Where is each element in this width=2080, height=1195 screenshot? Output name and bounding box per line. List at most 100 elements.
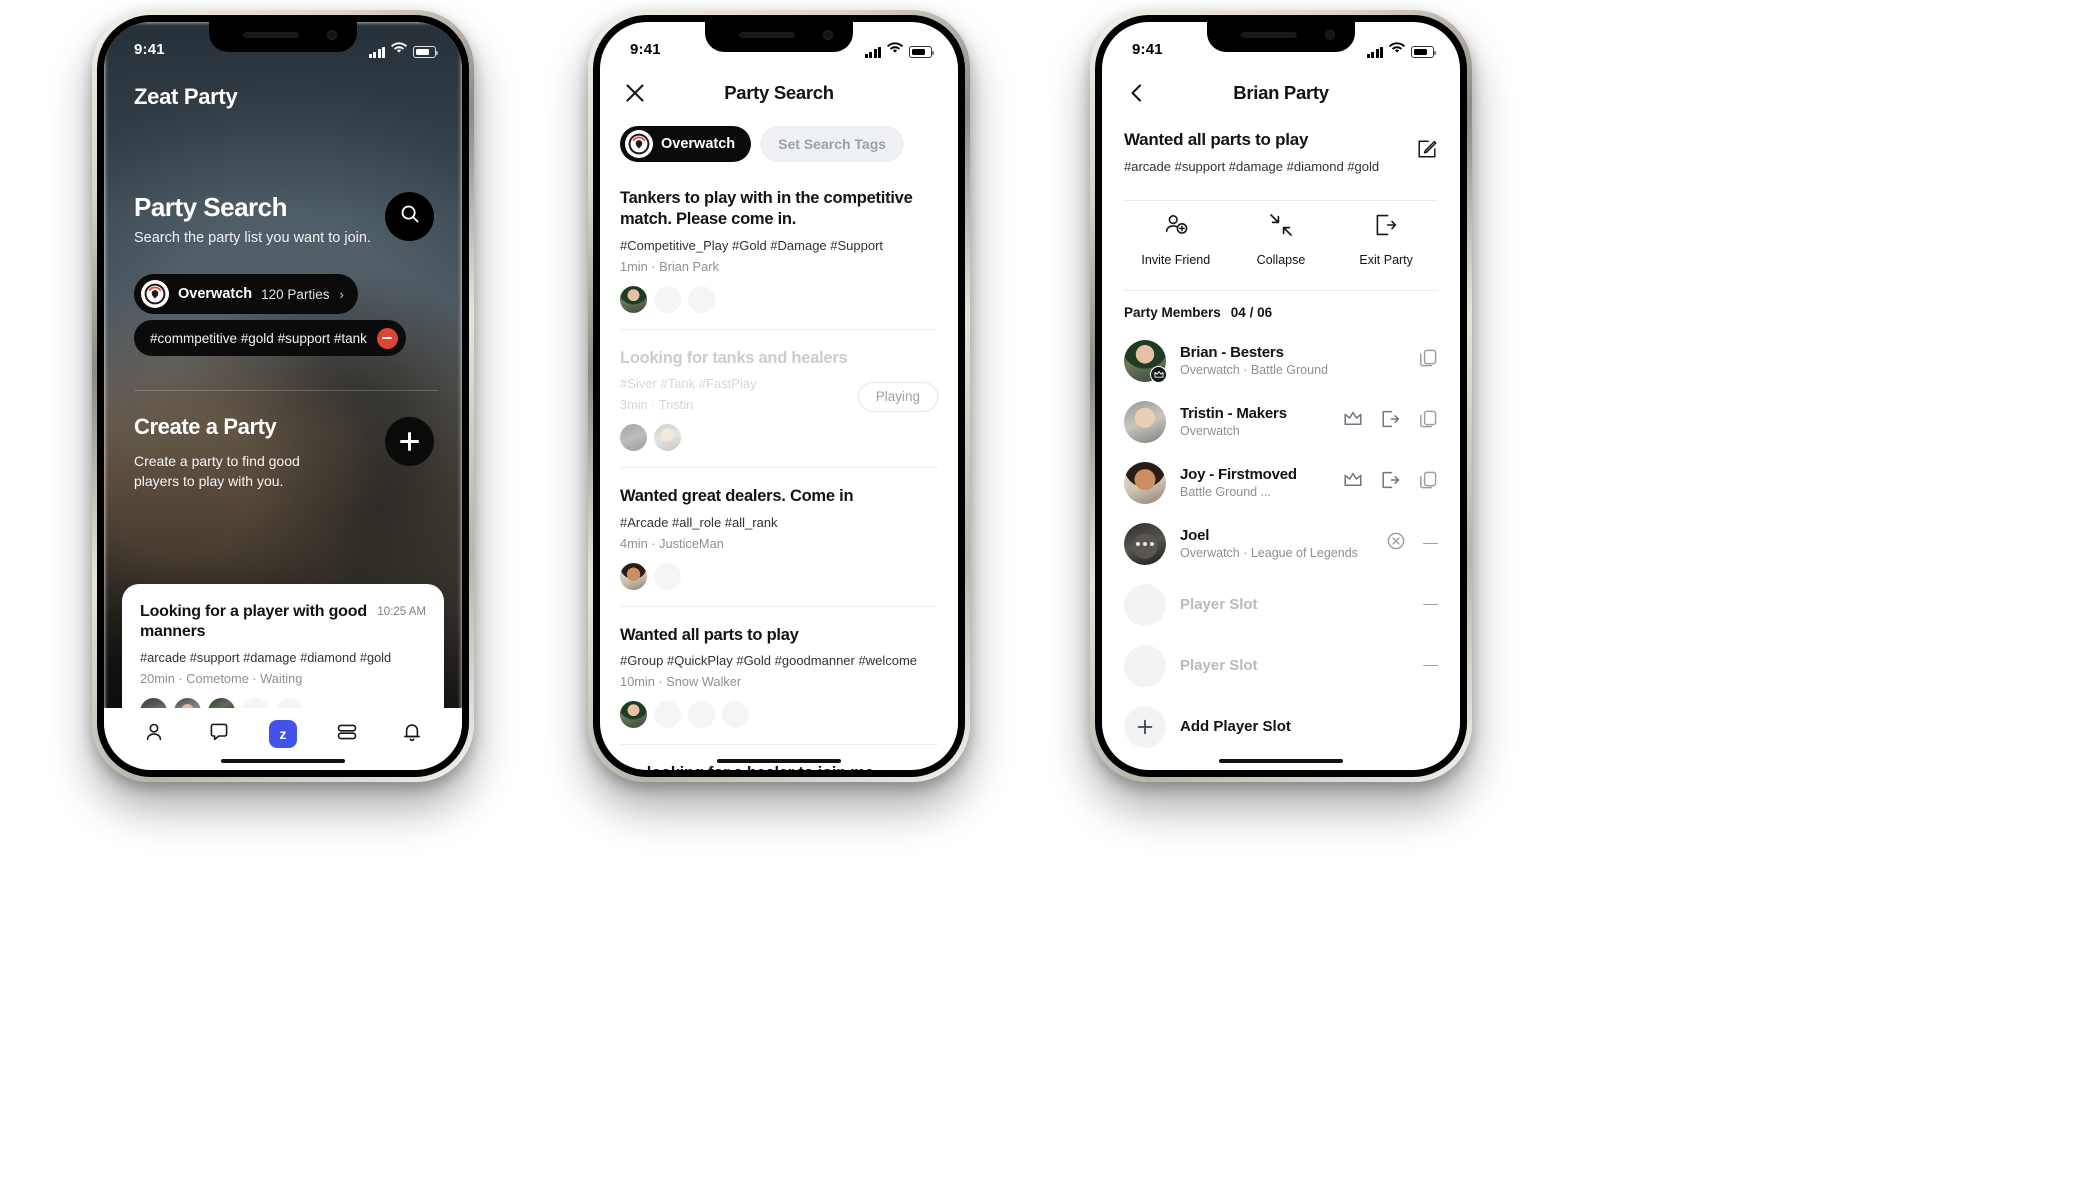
party-count: 120 Parties [261, 286, 330, 302]
post-title: Tankers to play with in the competitive … [620, 189, 913, 229]
post-meta: 10min · Snow Walker [620, 674, 742, 690]
sidebar-item-notifications[interactable] [395, 717, 429, 751]
list-item[interactable]: Wanted all parts to play #Group #QuickPl… [620, 607, 938, 746]
avatar [620, 701, 647, 729]
member-name: Brian - Besters [1180, 344, 1284, 361]
player-slot-row[interactable]: Player Slot [1124, 635, 1438, 696]
wifi-icon [887, 41, 903, 58]
battery-icon [413, 46, 438, 58]
speaker-grille [243, 32, 299, 38]
status-badge: Playing [857, 381, 938, 412]
sidebar-item-home[interactable]: z [266, 717, 300, 751]
z-logo: z [268, 720, 297, 748]
close-icon [626, 84, 644, 102]
table-row[interactable]: Brian - Besters Overwatch · Battle Groun… [1124, 330, 1438, 391]
party-card-tags: #arcade #support #damage #diamond #gold [140, 649, 392, 665]
crown-icon[interactable] [1343, 410, 1363, 433]
avatar [620, 562, 647, 590]
copy-icon[interactable] [1418, 470, 1438, 495]
party-actions: Invite Friend Collapse Exit Party [1124, 212, 1438, 267]
kick-icon[interactable] [1380, 409, 1401, 434]
avatar-empty [722, 701, 749, 729]
front-camera [823, 30, 833, 40]
navigation-bar: Party Search [600, 70, 958, 116]
search-button[interactable] [385, 192, 434, 241]
search-icon [400, 204, 420, 229]
post-title: Wanted all parts to play [620, 625, 799, 644]
create-party-button[interactable] [385, 417, 434, 466]
party-members-label: Party Members [1124, 305, 1221, 320]
post-avatars [620, 562, 938, 590]
game-filter-pill[interactable]: Overwatch 120 Parties › [134, 274, 358, 314]
wifi-icon [1389, 41, 1405, 58]
party-post-list[interactable]: Tankers to play with in the competitive … [600, 178, 958, 770]
table-row[interactable]: Tristin - Makers Overwatch [1124, 391, 1438, 452]
back-button[interactable] [1126, 82, 1148, 104]
chevron-right-icon: › [339, 286, 344, 302]
sidebar-item-chat[interactable] [202, 717, 236, 751]
list-item[interactable]: Wanted great dealers. Come in #Arcade #a… [620, 468, 938, 607]
post-avatars [620, 424, 938, 452]
post-meta: 4min · JusticeMan [620, 535, 724, 551]
sidebar-item-profile[interactable] [137, 717, 171, 751]
invite-friend-action[interactable]: Invite Friend [1124, 212, 1228, 267]
speaker-grille [1241, 32, 1297, 38]
phone-2-screen: 9:41 Party Search Overwatch Set Search T… [600, 22, 958, 770]
overwatch-icon [625, 130, 653, 158]
app-title: Zeat Party [134, 84, 238, 109]
table-row[interactable]: Joel Overwatch · League of Legends [1124, 513, 1438, 574]
post-meta: 1min · Brian Park [620, 258, 719, 274]
avatar [1124, 339, 1167, 383]
list-item[interactable]: Tankers to play with in the competitive … [620, 178, 938, 330]
bell-icon [401, 721, 423, 748]
copy-icon[interactable] [1418, 348, 1438, 373]
search-tags-pill[interactable]: #commpetitive #gold #support #tank [134, 320, 406, 356]
post-avatars [620, 701, 938, 729]
set-search-tags-button[interactable]: Set Search Tags [760, 126, 905, 162]
edit-party-button[interactable] [1416, 138, 1438, 160]
table-row[interactable]: Joy - Firstmoved Battle Ground ... [1124, 452, 1438, 513]
member-name: Joel [1180, 527, 1210, 544]
collapse-action[interactable]: Collapse [1229, 212, 1333, 267]
player-slot-row[interactable]: Player Slot [1124, 574, 1438, 635]
add-player-slot-button[interactable]: Add Player Slot [1124, 696, 1438, 757]
add-slot-label: Add Player Slot [1180, 718, 1291, 735]
exit-party-action[interactable]: Exit Party [1334, 212, 1438, 267]
sidebar-item-list[interactable] [330, 717, 364, 751]
plus-icon [1124, 705, 1166, 748]
cancel-icon[interactable] [1386, 531, 1406, 556]
avatar [1124, 522, 1166, 565]
page-title: Party Search [724, 82, 834, 103]
kick-icon[interactable] [1380, 470, 1401, 495]
section-divider [1124, 200, 1438, 201]
avatar-empty [654, 285, 681, 313]
game-filter-chip[interactable]: Overwatch [620, 126, 752, 162]
page-title: Party Search [134, 192, 287, 222]
page-subtitle: Search the party list you want to join. [134, 230, 371, 246]
slot-label: Player Slot [1180, 657, 1258, 674]
dash-icon [1423, 542, 1438, 545]
avatar [620, 285, 647, 313]
status-time: 9:41 [630, 40, 661, 58]
person-icon [143, 721, 165, 748]
remove-tag-icon[interactable] [376, 327, 398, 349]
crown-icon[interactable] [1343, 471, 1363, 494]
avatar [1124, 400, 1166, 443]
home-indicator [221, 758, 345, 763]
notch [1207, 22, 1355, 52]
member-subtitle: Overwatch [1180, 424, 1240, 438]
list-item[interactable]: Looking for tanks and healers #Siver #Ta… [620, 330, 938, 469]
close-button[interactable] [622, 80, 648, 106]
phone-1-content: Zeat Party Party Search Search the party… [104, 22, 462, 770]
phone-bezel: 9:41 Zeat Party Party Search Search the … [97, 15, 469, 777]
avatar-empty [688, 701, 715, 729]
chat-bubble-icon [208, 721, 230, 748]
party-members-header: Party Members 04 / 06 [1124, 305, 1272, 320]
game-chip-label: Overwatch [661, 136, 736, 152]
screenshot-stage: 9:41 Zeat Party Party Search Search the … [0, 0, 2080, 1195]
member-name: Tristin - Makers [1180, 405, 1287, 422]
cellular-signal-icon [1366, 46, 1383, 58]
copy-icon[interactable] [1418, 409, 1438, 434]
empty-avatar [1124, 583, 1166, 626]
create-party-title: Create a Party [134, 414, 277, 439]
